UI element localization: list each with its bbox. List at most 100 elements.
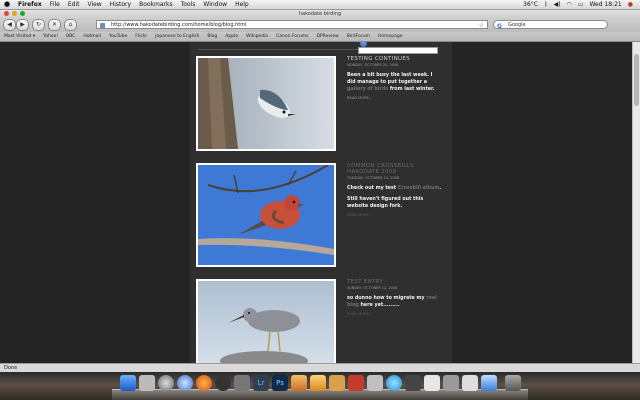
forward-button[interactable]: ▶ [16, 19, 29, 31]
menu-tools[interactable]: Tools [177, 0, 200, 9]
stop-button[interactable]: ✕ [48, 19, 61, 31]
post-link-gallery[interactable]: gallery of birds [347, 87, 388, 92]
bookmark-japanese-to-english[interactable]: Japanese to English [151, 32, 203, 41]
menu-window[interactable]: Window [199, 0, 231, 9]
post-photo-nuthatch[interactable] [196, 56, 336, 151]
adobe-icon[interactable]: ● [625, 0, 636, 9]
app-icon[interactable] [367, 375, 383, 391]
menu-file[interactable]: File [46, 0, 64, 9]
scrollbar-thumb[interactable] [634, 54, 639, 106]
volume-icon[interactable]: ◀) [551, 0, 564, 9]
wifi-icon[interactable]: ◠ [564, 0, 575, 9]
downloads-stack-icon[interactable] [481, 375, 497, 391]
divider [198, 49, 358, 50]
bookmark-wikipedia[interactable]: Wikipedia [242, 32, 272, 41]
clock[interactable]: Wed 18:21 [586, 0, 624, 9]
bookmark-canon-forums[interactable]: Canon Forums [272, 32, 312, 41]
photo-icon[interactable] [139, 375, 155, 391]
post-text: Check out my test [347, 186, 398, 191]
sandpiper-image [198, 281, 334, 363]
lightroom-icon[interactable]: Lr [253, 375, 269, 391]
post-link-crossbill-album[interactable]: Crossbill album [398, 186, 440, 191]
post-body: Check out my test Crossbill album. [347, 185, 442, 192]
bookmark-youtube[interactable]: YouTube [105, 32, 131, 41]
home-button[interactable]: ⌂ [64, 19, 77, 31]
skype-icon[interactable] [386, 375, 402, 391]
bookmark-homepage[interactable]: Homepage [374, 32, 407, 41]
app-icon[interactable] [462, 375, 478, 391]
menu-edit[interactable]: Edit [64, 0, 84, 9]
dashboard-icon[interactable] [158, 375, 174, 391]
bookmark-dpreview[interactable]: DPReview [312, 32, 342, 41]
post-body: Been a bit busy the last week. I did man… [347, 72, 442, 93]
menu-history[interactable]: History [106, 0, 135, 9]
bookmark-star-icon[interactable]: ☆ [479, 21, 484, 30]
itunes-icon[interactable] [310, 375, 326, 391]
blog-post: TESTING CONTINUES MONDAY, OCTOBER 20, 20… [347, 56, 442, 100]
menu-bar: ● Firefox File Edit View History Bookmar… [0, 0, 640, 10]
bookmark-yahoo[interactable]: Yahoo! [39, 32, 62, 41]
aperture-icon[interactable] [215, 375, 231, 391]
app-icon[interactable] [443, 375, 459, 391]
terminal-icon[interactable] [405, 375, 421, 391]
google-search-icon[interactable]: G [497, 22, 502, 31]
search-box[interactable]: G Google [493, 20, 608, 31]
crossbill-image [198, 165, 334, 265]
menu-app-firefox[interactable]: Firefox [14, 0, 46, 9]
back-button[interactable]: ◀ [3, 19, 16, 31]
bookmark-bbc[interactable]: BBC [62, 32, 79, 41]
bluetooth-icon[interactable]: ᛒ [541, 0, 551, 9]
post-text: from last winter. [388, 87, 435, 92]
bookmark-hotmail[interactable]: Hotmail [79, 32, 105, 41]
post-title[interactable]: COMMON CROSSBILLS HAKODATE 2008 [347, 163, 442, 175]
app-icon[interactable] [348, 375, 364, 391]
menu-view[interactable]: View [83, 0, 105, 9]
address-text[interactable]: http://www.hakodatebirding.com/home/blog… [111, 22, 247, 28]
temperature-readout[interactable]: 36°C [520, 0, 541, 9]
bookmark-apple[interactable]: Apple [221, 32, 242, 41]
reload-button[interactable]: ↻ [32, 19, 45, 31]
search-placeholder[interactable]: Google [508, 22, 526, 28]
read-more-link[interactable]: READ MORE... [347, 312, 442, 316]
bookmark-flickr[interactable]: Flickr [131, 32, 151, 41]
vertical-scrollbar[interactable] [632, 42, 640, 363]
blog-post: COMMON CROSSBILLS HAKODATE 2008 TUESDAY,… [347, 163, 442, 217]
preview-icon[interactable] [234, 375, 250, 391]
post-photo-sandpiper[interactable] [196, 279, 336, 363]
stamp-icon[interactable] [329, 375, 345, 391]
bookmark-blog[interactable]: Blog [203, 32, 221, 41]
address-bar[interactable]: http://www.hakodatebirding.com/home/blog… [96, 20, 488, 29]
menu-bookmarks[interactable]: Bookmarks [135, 0, 177, 9]
blog-post: TEST ENTRY SUNDAY, OCTOBER 12, 2008 so d… [347, 279, 442, 316]
iphoto-icon[interactable] [291, 375, 307, 391]
photoshop-icon[interactable]: Ps [272, 375, 288, 391]
apple-menu-icon[interactable]: ● [0, 0, 14, 9]
page-search-field[interactable] [358, 47, 438, 54]
battery-icon[interactable]: ▭ [575, 0, 587, 9]
close-window-icon[interactable] [4, 11, 9, 16]
window-title: hakodate birding [298, 11, 342, 17]
post-title[interactable]: TESTING CONTINUES [347, 56, 442, 62]
post-photo-crossbill[interactable] [196, 163, 336, 267]
post-text: here yet......... [358, 303, 400, 308]
read-more-link[interactable]: READ MORE... [347, 96, 442, 100]
post-date: TUESDAY, OCTOBER 14, 2008 [347, 176, 400, 180]
post-text: so dunno how to migrate my [347, 296, 427, 301]
firefox-icon[interactable] [196, 375, 212, 391]
status-bar: Done [0, 363, 640, 372]
post-title[interactable]: TEST ENTRY [347, 279, 442, 285]
dock: Lr Ps [0, 372, 640, 400]
site-favicon-icon [100, 23, 105, 28]
bookmark-birdforum[interactable]: BirdForum [343, 32, 374, 41]
menu-help[interactable]: Help [231, 0, 253, 9]
safari-icon[interactable] [177, 375, 193, 391]
trash-icon[interactable] [505, 375, 521, 391]
window-controls [4, 11, 25, 16]
bookmark-most-visited[interactable]: Most Visited ▾ [0, 32, 39, 41]
finder-icon[interactable] [120, 375, 136, 391]
zoom-window-icon[interactable] [20, 11, 25, 16]
calendar-icon[interactable] [424, 375, 440, 391]
minimize-window-icon[interactable] [12, 11, 17, 16]
read-more-link[interactable]: READ MORE... [347, 213, 442, 217]
post-date: MONDAY, OCTOBER 20, 2008 [347, 63, 399, 67]
